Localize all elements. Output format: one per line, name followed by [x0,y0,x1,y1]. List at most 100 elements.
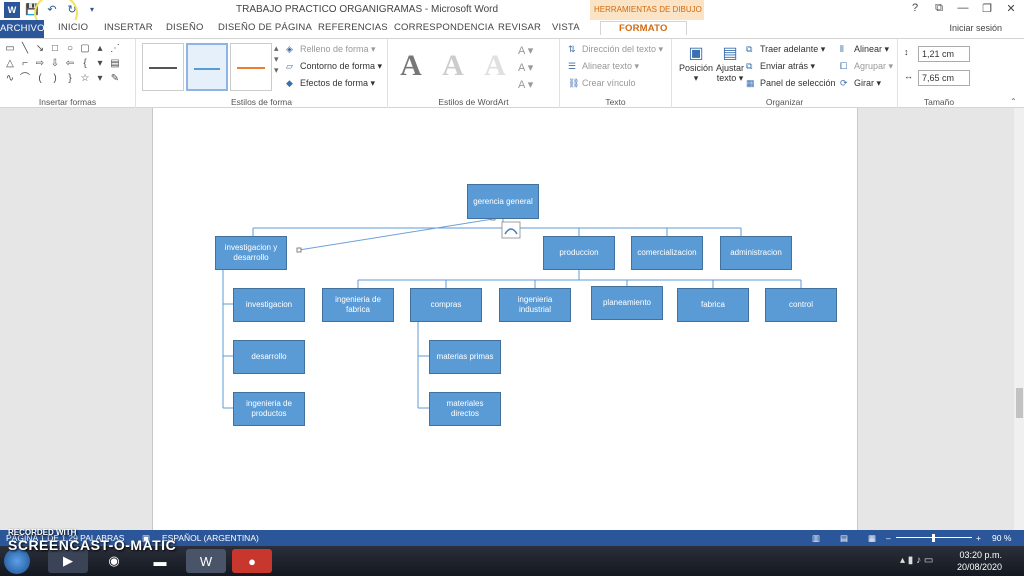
arrow-right-icon[interactable]: ⇨ [34,58,46,70]
selection-pane-button[interactable]: ▦ Panel de selección [746,78,836,89]
tab-format[interactable]: FORMATO [600,21,687,35]
text-effects-icon[interactable]: A ▾ [518,78,533,91]
triangle-icon[interactable]: △ [4,58,16,70]
curve-icon[interactable]: ∿ [4,73,16,85]
org-node-materiales-directos[interactable]: materiales directos [429,392,501,426]
org-node-ingenieria-de-productos[interactable]: ingenieria de productos [233,392,305,426]
width-field[interactable]: 7,65 cm [918,70,970,86]
text-fill-icon[interactable]: A ▾ [518,44,533,57]
bracket-icon[interactable]: { [79,58,91,70]
tray-icons[interactable]: ▴ ▮ ♪ ▭ [900,555,933,566]
read-mode-icon[interactable]: ▥ [812,533,820,544]
star-icon[interactable]: ☆ [79,73,91,85]
sign-in-link[interactable]: Iniciar sesión [949,23,1002,33]
tab-insert[interactable]: INSERTAR [104,22,153,33]
close-button[interactable]: ✕ [1002,2,1020,15]
tab-mailings[interactable]: CORRESPONDENCIA [394,22,494,33]
align-button[interactable]: ⫴ Alinear ▾ [840,44,889,55]
textbox2-icon[interactable]: ▤ [109,58,121,70]
org-node-investigacion-y-desarrollo[interactable]: investigacion y desarrollo [215,236,287,270]
org-node-fabrica[interactable]: fabrica [677,288,749,322]
zoom-level[interactable]: 90 % [992,533,1011,543]
shape-outline-button[interactable]: ▱ Contorno de forma ▾ [286,61,382,72]
arrow-line-icon[interactable]: ↘ [34,43,46,55]
customize-qat-icon[interactable]: ▾ [84,2,100,18]
scrollbar-thumb[interactable] [1016,388,1023,418]
paren-left-icon[interactable]: ( [34,73,46,85]
org-node-investigacion[interactable]: investigacion [233,288,305,322]
rotate-button[interactable]: ⟳ Girar ▾ [840,78,881,89]
send-backward-button[interactable]: ⧉ Enviar atrás ▾ [746,61,815,72]
language-indicator[interactable]: ESPAÑOL (ARGENTINA) [162,533,259,543]
wave-icon[interactable]: ⌒ [19,73,31,85]
zoom-out-button[interactable]: – [886,533,891,543]
rounded-rect-icon[interactable]: ▢ [79,43,91,55]
org-node-gerencia-general[interactable]: gerencia general [467,184,539,219]
tab-review[interactable]: REVISAR [498,22,541,33]
taskbar-clock[interactable]: 03:20 p.m. 20/08/2020 [957,549,1002,573]
org-node-planeamiento[interactable]: planeamiento [591,286,663,320]
shape-style-1[interactable] [142,43,184,91]
print-layout-icon[interactable]: ▤ [840,533,848,544]
wrap-text-button[interactable]: ▤ Ajustar texto ▾ [712,43,748,84]
tab-page-layout[interactable]: DISEÑO DE PÁGINA [218,22,312,33]
document-page[interactable]: gerencia general investigacion y desarro… [152,108,858,530]
minimize-button[interactable]: — [954,2,972,15]
bring-forward-button[interactable]: ⧉ Traer adelante ▾ [746,44,825,55]
group-button[interactable]: ⧠ Agrupar ▾ [840,61,893,72]
org-node-comercializacion[interactable]: comercializacion [631,236,703,270]
styles-scroll-icon[interactable]: ▴ ▾ ▾ [274,43,279,76]
line-icon[interactable]: ╲ [19,43,31,55]
oval-icon[interactable]: ○ [64,43,76,55]
restore-button[interactable]: ❐ [978,2,996,15]
tab-view[interactable]: VISTA [552,22,580,33]
elbow-icon[interactable]: ⌐ [19,58,31,70]
text-outline-icon[interactable]: A ▾ [518,61,533,74]
tab-design[interactable]: DISEÑO [166,22,204,33]
shape-style-2[interactable] [186,43,228,91]
textbox-icon[interactable]: ▭ [4,43,16,55]
org-node-produccion[interactable]: produccion [543,236,615,270]
rectangle-icon[interactable]: □ [49,43,61,55]
wordart-style-3[interactable]: A [478,47,512,85]
taskbar-word-icon[interactable]: W [186,549,226,573]
wordart-style-2[interactable]: A [436,47,470,85]
create-link-button[interactable]: ⛓ Crear vínculo [568,78,636,89]
ribbon-display-button[interactable]: ⧉ [930,2,948,15]
shapes-scroll-icon[interactable]: ▾ [94,58,106,70]
edit-shape-icon[interactable]: ⋰ [109,43,121,55]
draw-icon[interactable]: ✎ [109,73,121,85]
word-logo-icon[interactable]: W [4,2,20,18]
more-shapes-icon[interactable]: ▴ [94,43,106,55]
tab-references[interactable]: REFERENCIAS [318,22,388,33]
shape-fill-button[interactable]: ◈ Relleno de forma ▾ [286,44,376,55]
org-node-ingenieria-industrial[interactable]: ingenieria industrial [499,288,571,322]
zoom-in-button[interactable]: + [976,533,981,543]
text-direction-button[interactable]: ⇅ Dirección del texto ▾ [568,44,663,55]
tab-file[interactable]: ARCHIVO [0,20,44,38]
taskbar-recorder-icon[interactable]: ● [232,549,272,573]
position-button[interactable]: ▣ Posición ▾ [678,43,714,84]
org-node-ingenieria-de-fabrica[interactable]: ingenieria de fabrica [322,288,394,322]
web-layout-icon[interactable]: ▦ [868,533,876,544]
shape-style-3[interactable] [230,43,272,91]
org-node-control[interactable]: control [765,288,837,322]
org-node-desarrollo[interactable]: desarrollo [233,340,305,374]
vertical-scrollbar[interactable] [1014,108,1024,530]
tab-home[interactable]: INICIO [58,22,88,33]
arrow-down-icon[interactable]: ⇩ [49,58,61,70]
brace-icon[interactable]: } [64,73,76,85]
align-text-button[interactable]: ☰ Alinear texto ▾ [568,61,639,72]
shapes-more-icon[interactable]: ▾ [94,73,106,85]
org-node-compras[interactable]: compras [410,288,482,322]
help-button[interactable]: ? [906,2,924,15]
paren-right-icon[interactable]: ) [49,73,61,85]
arrow-shape-icon[interactable]: ⇦ [64,58,76,70]
org-node-administracion[interactable]: administracion [720,236,792,270]
shape-effects-button[interactable]: ◆ Efectos de forma ▾ [286,78,375,89]
org-node-materias-primas[interactable]: materias primas [429,340,501,374]
height-field[interactable]: 1,21 cm [918,46,970,62]
zoom-slider-thumb[interactable] [932,534,935,542]
wordart-style-1[interactable]: A [394,47,428,85]
collapse-ribbon-icon[interactable]: ⌃ [1010,97,1017,106]
